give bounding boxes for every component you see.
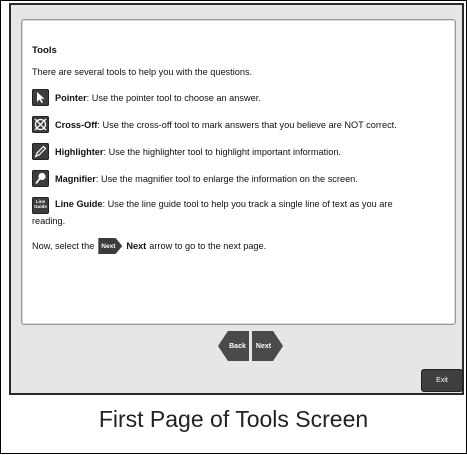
tool-desc: : Use the highlighter tool to highlight … [103,147,341,157]
tool-name: Magnifier [55,174,96,184]
magnifier-icon [32,170,49,187]
pointer-icon [32,89,49,106]
outer-frame: Tools There are several tools to help yo… [0,0,467,454]
intro-text: There are several tools to help you with… [32,67,253,77]
tool-row-line-guide: Line Guide Line Guide: Use the line guide… [32,197,443,214]
highlighter-icon [32,143,49,160]
content-panel: Tools There are several tools to help yo… [21,19,456,325]
test-window: Tools There are several tools to help yo… [9,3,464,395]
tool-row-highlighter: Highlighter: Use the highlighter tool to… [32,143,443,160]
instruction-line: Now, select the Next Next arrow to go to… [32,238,443,254]
back-button[interactable]: Back [218,331,249,361]
cross-off-icon [32,116,49,133]
page-title: Tools [32,45,57,56]
tool-description: Magnifier: Use the magnifier tool to enl… [55,170,358,186]
tool-name: Line Guide [55,199,103,209]
tool-description: Cross-Off: Use the cross-off tool to mar… [55,116,397,132]
tool-desc-continued: reading. [32,216,66,226]
tool-description: Highlighter: Use the highlighter tool to… [55,143,341,159]
tool-description: Line Guide: Use the line guide tool to h… [55,197,393,211]
navigation-bar: Back Next [11,331,462,361]
tool-desc: : Use the line guide tool to help you tr… [102,199,393,209]
tool-desc: : Use the pointer tool to choose an answ… [86,93,261,103]
tool-desc: : Use the magnifier tool to enlarge the … [95,174,358,184]
instruction-prefix: Now, select the [32,240,95,251]
exit-button[interactable]: Exit [421,369,463,392]
tool-row-cross-off: Cross-Off: Use the cross-off tool to mar… [32,116,443,133]
instruction-bold: Next [126,240,147,251]
tool-desc: : Use the cross-off tool to mark answers… [97,120,397,130]
tool-name: Cross-Off [55,120,98,130]
tool-row-pointer: Pointer: Use the pointer tool to choose … [32,89,443,106]
tool-description: Pointer: Use the pointer tool to choose … [55,89,261,105]
next-button[interactable]: Next [252,331,283,361]
tool-row-magnifier: Magnifier: Use the magnifier tool to enl… [32,170,443,187]
next-arrow-icon: Next [98,238,123,254]
figure-caption: First Page of Tools Screen [98,406,369,432]
tool-name: Highlighter [55,147,104,157]
tool-name: Pointer [55,93,87,103]
line-guide-icon: Line Guide [32,197,49,214]
instruction-suffix: arrow to go to the next page. [149,240,267,251]
